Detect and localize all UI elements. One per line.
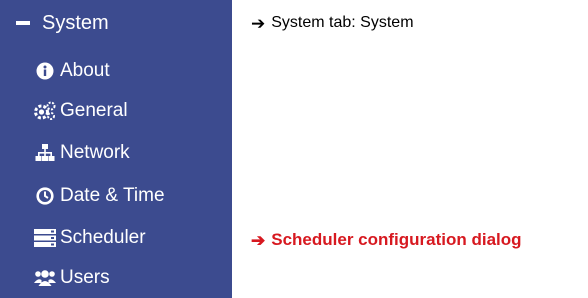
annotation-text: Scheduler configuration dialog bbox=[271, 230, 522, 249]
annotation-text: System tab: System bbox=[271, 14, 414, 31]
sidebar: System About General Network Date & Time… bbox=[0, 0, 232, 298]
sidebar-section-label: System bbox=[42, 11, 109, 34]
arrow-right-icon: ➔ bbox=[251, 230, 266, 250]
server-list-icon bbox=[34, 227, 56, 249]
sidebar-section-system[interactable]: System bbox=[16, 6, 109, 40]
annotation-system-tab: ➔ System tab: System bbox=[251, 9, 414, 37]
sidebar-item-label: Network bbox=[60, 142, 130, 163]
users-icon bbox=[34, 267, 56, 289]
sidebar-item-label: About bbox=[60, 60, 110, 81]
annotation-scheduler: ➔ Scheduler configuration dialog bbox=[251, 226, 522, 254]
minus-icon bbox=[16, 21, 30, 25]
sidebar-item-general[interactable]: General bbox=[34, 95, 128, 127]
sidebar-item-label: Scheduler bbox=[60, 227, 146, 248]
sidebar-item-label: Users bbox=[60, 267, 110, 288]
sidebar-item-about[interactable]: About bbox=[34, 55, 110, 87]
info-circle-icon bbox=[34, 60, 56, 82]
gears-icon bbox=[34, 100, 56, 122]
sidebar-item-date-time[interactable]: Date & Time bbox=[34, 180, 165, 212]
arrow-right-icon: ➔ bbox=[251, 13, 266, 33]
sidebar-item-label: Date & Time bbox=[60, 185, 165, 206]
clock-icon bbox=[34, 185, 56, 207]
sidebar-item-network[interactable]: Network bbox=[34, 137, 130, 169]
sitemap-icon bbox=[34, 142, 56, 164]
sidebar-item-label: General bbox=[60, 100, 128, 121]
sidebar-item-scheduler[interactable]: Scheduler bbox=[34, 222, 146, 254]
sidebar-item-users[interactable]: Users bbox=[34, 262, 110, 294]
